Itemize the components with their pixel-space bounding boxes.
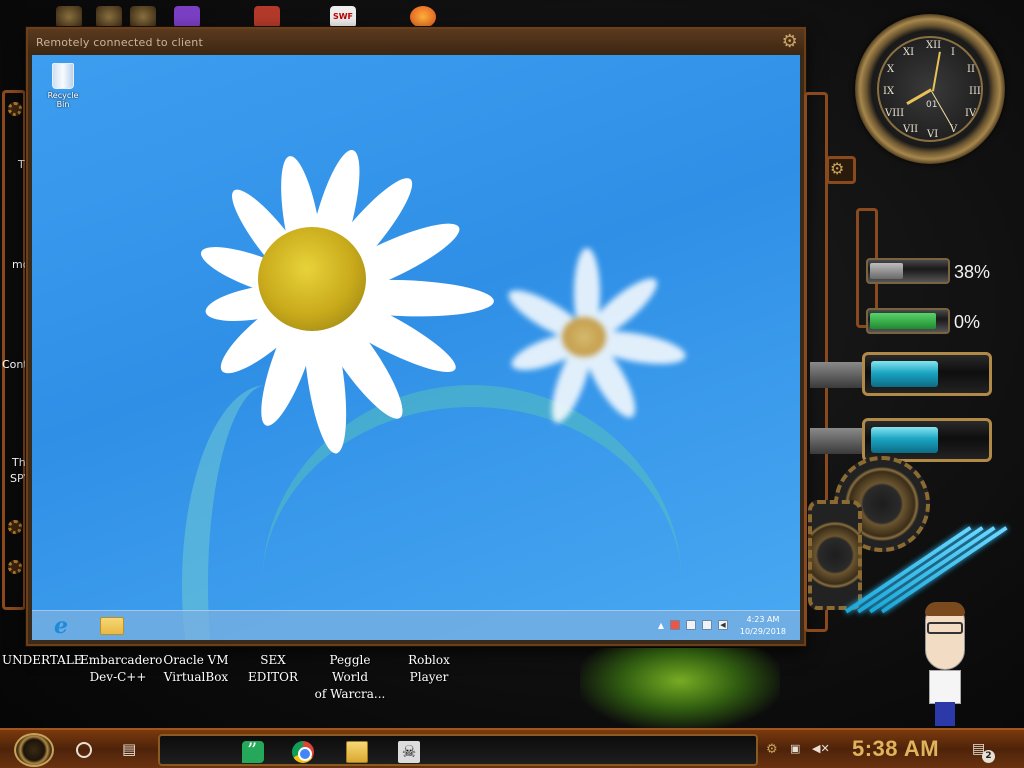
skull-app-icon[interactable]: ☠: [398, 741, 420, 763]
chrome-icon[interactable]: [292, 741, 314, 763]
desktop-icon-sex-editor[interactable]: SEX EDITOR: [236, 652, 310, 686]
volume-muted-icon[interactable]: ◀✕: [812, 743, 830, 755]
memory-meter-fill: [870, 313, 936, 329]
hangouts-icon[interactable]: [242, 738, 264, 763]
settings-gear-icon[interactable]: ⚙: [830, 160, 848, 178]
desktop-icon-label: Embarcadero: [80, 653, 163, 667]
clock-numeral: IV: [965, 108, 977, 119]
desktop-icon-label: Roblox Player: [408, 653, 450, 684]
gear-icon[interactable]: ⚙: [766, 742, 778, 757]
remote-window-title: Remotely connected to client: [36, 35, 203, 49]
gear-icon: [8, 560, 22, 574]
cpu-meter-fill: [870, 263, 903, 279]
taskbar-app-tray: ☠: [158, 734, 758, 766]
memory-meter-tube: [866, 308, 950, 334]
visual-studio-icon[interactable]: [174, 6, 200, 28]
chevron-up-icon[interactable]: ▲: [658, 621, 664, 630]
clock-numeral: XII: [926, 40, 942, 51]
clock-minute-hand: [932, 51, 941, 92]
desktop-icon-virtualbox[interactable]: Oracle VM VirtualBox: [158, 652, 234, 686]
desktop-icon-label: Oracle VM: [163, 653, 229, 667]
task-view-icon[interactable]: ▤: [122, 741, 140, 757]
desktop-icon-label: EDITOR: [248, 670, 298, 684]
character-hair: [925, 602, 965, 616]
desktop-icon-roblox[interactable]: Roblox Player: [390, 652, 468, 686]
character-glasses: [927, 622, 963, 634]
recycle-bin-label: Recycle Bin: [47, 91, 79, 109]
gear-icon: [8, 520, 22, 534]
remote-desktop-window[interactable]: Remotely connected to client ⚙ Recycle B…: [26, 27, 806, 646]
desktop-icon-label: SEX: [260, 653, 286, 667]
recycle-bin-icon[interactable]: Recycle Bin: [40, 63, 86, 109]
pipe-connector: [810, 362, 862, 388]
desktop-icon-label-fragment[interactable]: T: [18, 158, 25, 171]
file-explorer-icon[interactable]: [100, 617, 124, 635]
cpu-meter-tube: [866, 258, 950, 284]
file-explorer-icon[interactable]: [346, 741, 368, 763]
cartoon-character-image[interactable]: [915, 600, 975, 728]
clock-numeral: VII: [903, 124, 919, 135]
gear-clock-icon[interactable]: [130, 6, 156, 28]
firefox-icon[interactable]: [410, 6, 436, 28]
remote-taskbar: e ▲ ◀ 4:23 AM 10/29/2018: [32, 610, 800, 640]
desktop-icon-label: Peggle World: [329, 653, 371, 684]
pipe-connector: [810, 428, 862, 454]
clock-numeral: VI: [927, 129, 939, 140]
clock-numeral: VIII: [885, 108, 905, 119]
desktop-icon-label-fragment[interactable]: Cont: [2, 358, 28, 371]
clock-numeral: III: [969, 86, 981, 97]
taskbar-clock[interactable]: 5:38 AM: [852, 736, 939, 762]
desktop-icon-label: UNDERTALE: [2, 653, 83, 667]
remote-clock[interactable]: 4:23 AM 10/29/2018: [740, 614, 786, 638]
start-button[interactable]: [14, 733, 54, 767]
network-icon[interactable]: ▣: [790, 743, 804, 755]
gear-clock-icon[interactable]: [56, 6, 82, 28]
clock-numeral: X: [887, 64, 895, 75]
search-circle-icon[interactable]: [76, 742, 92, 758]
character-pants: [935, 702, 955, 726]
desktop-icon-undertale[interactable]: UNDERTALE: [2, 652, 83, 669]
internet-explorer-icon[interactable]: e: [54, 615, 76, 637]
clock-numeral: I: [951, 47, 955, 58]
remote-system-tray: ▲ ◀: [658, 620, 728, 630]
gear-icon: [8, 102, 22, 116]
remote-clock-time: 4:23 AM: [746, 615, 780, 624]
power-icon[interactable]: [686, 620, 696, 630]
remote-desktop-screen[interactable]: Recycle Bin e ▲ ◀ 4:23 AM 10/29/2018: [32, 55, 800, 640]
clock-date-numeral: 01: [926, 100, 938, 110]
disk-tube-1-fill: [871, 361, 938, 387]
action-center-flag-icon[interactable]: [670, 620, 680, 630]
disk-tube-1: [862, 352, 992, 396]
network-icon[interactable]: [702, 620, 712, 630]
desktop-icon-label: VirtualBox: [163, 670, 229, 684]
memory-meter-percent: 0%: [954, 312, 981, 332]
clock-numeral: II: [967, 64, 975, 75]
disk-tube-2-fill: [871, 427, 938, 453]
gear-clock-icon[interactable]: [96, 6, 122, 28]
clock-numeral: XI: [903, 47, 915, 58]
character-shirt: [929, 670, 961, 704]
desktop-icon-label-fragment[interactable]: Th: [12, 456, 26, 469]
wallpaper-glow: [580, 648, 780, 730]
document-icon[interactable]: [254, 6, 280, 28]
taskbar: ▤ ☠ ⚙ ▣ ◀✕ 5:38 AM ▤ 2: [0, 728, 1024, 768]
clock-face: XII I II III IV V VI VII VIII IX X XI 01: [877, 36, 983, 142]
desktop-icon-devcpp[interactable]: Embarcadero Dev-C++: [80, 652, 163, 686]
cpu-meter-percent: 38%: [954, 262, 991, 282]
desktop-icon-label: Dev-C++: [89, 670, 147, 684]
notification-count-badge: 2: [982, 750, 995, 763]
steampunk-clock-widget[interactable]: XII I II III IV V VI VII VIII IX X XI 01: [855, 14, 1005, 164]
trash-icon: [52, 63, 74, 89]
volume-icon[interactable]: ◀: [718, 620, 728, 630]
swf-file-icon[interactable]: SWF: [330, 6, 356, 28]
steampunk-ornament-icon[interactable]: ⚙: [782, 31, 798, 52]
remote-window-titlebar[interactable]: Remotely connected to client ⚙: [28, 29, 804, 55]
remote-clock-date: 10/29/2018: [739, 627, 786, 636]
desktop-icon-peggle[interactable]: Peggle World of Warcra...: [312, 652, 388, 703]
clock-numeral: IX: [883, 86, 895, 97]
desktop-icon-label: of Warcra...: [314, 687, 386, 701]
